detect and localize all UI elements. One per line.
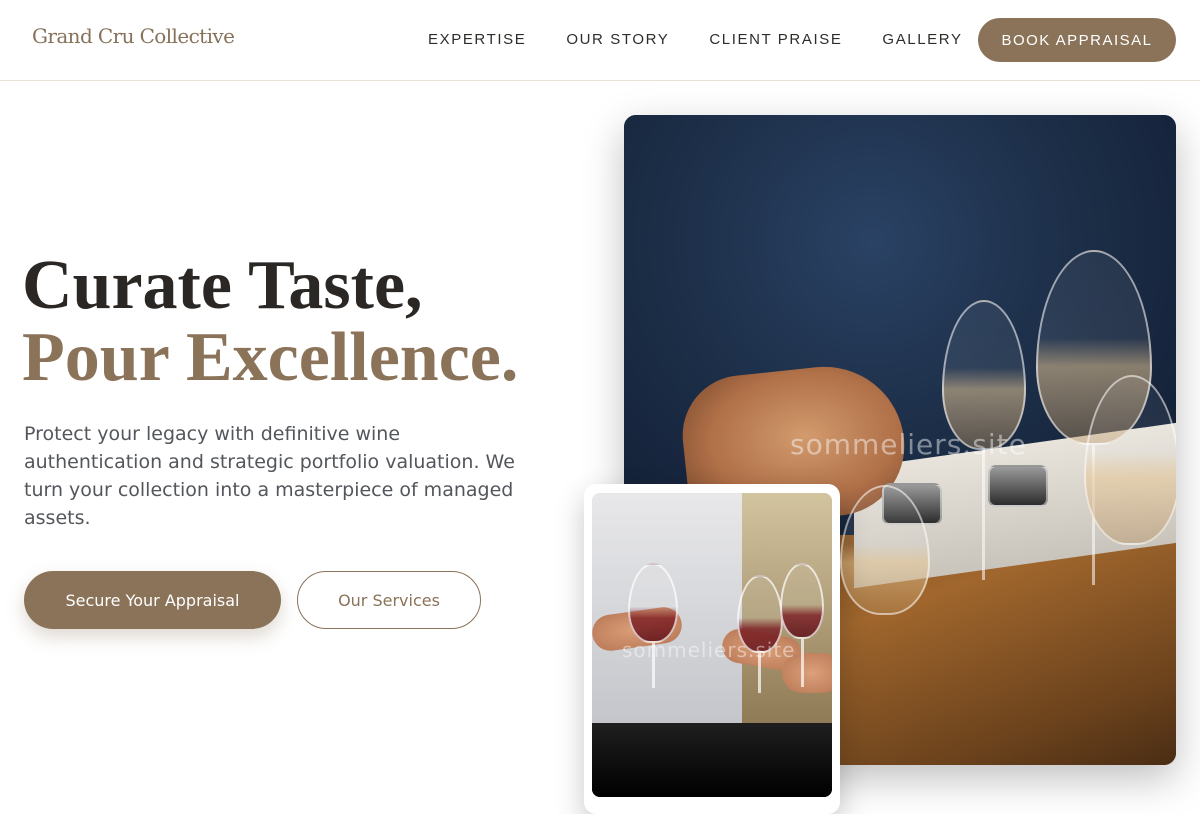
book-appraisal-button[interactable]: BOOK APPRAISAL	[978, 18, 1176, 62]
hero-title: Curate Taste, Pour Excellence.	[22, 250, 518, 394]
inset-photo-watermark: sommeliers.site	[622, 638, 796, 662]
nav-links: EXPERTISE OUR STORY CLIENT PRAISE GALLER…	[428, 31, 963, 48]
photo-jar	[988, 465, 1048, 507]
inset-glass-stem	[801, 639, 804, 687]
photo-glass-stem	[982, 450, 985, 580]
nav-link-gallery[interactable]: GALLERY	[882, 31, 962, 48]
hero-title-line1: Curate Taste,	[22, 247, 423, 324]
nav-link-our-story[interactable]: OUR STORY	[566, 31, 669, 48]
toast-photo: sommeliers.site	[592, 493, 832, 797]
main-photo-watermark: sommeliers.site	[790, 428, 1027, 461]
our-services-button[interactable]: Our Services	[297, 571, 481, 629]
brand-logo[interactable]: Grand Cru Collective	[32, 24, 235, 48]
inset-photo-floor	[592, 723, 832, 797]
hero-description: Protect your legacy with definitive wine…	[24, 423, 515, 529]
nav-link-client-praise[interactable]: CLIENT PRAISE	[709, 31, 842, 48]
hero-title-line2: Pour Excellence.	[22, 319, 519, 396]
nav-link-expertise[interactable]: EXPERTISE	[428, 31, 526, 48]
secure-appraisal-button[interactable]: Secure Your Appraisal	[24, 571, 281, 629]
top-navbar: Grand Cru Collective EXPERTISE OUR STORY…	[0, 0, 1200, 81]
